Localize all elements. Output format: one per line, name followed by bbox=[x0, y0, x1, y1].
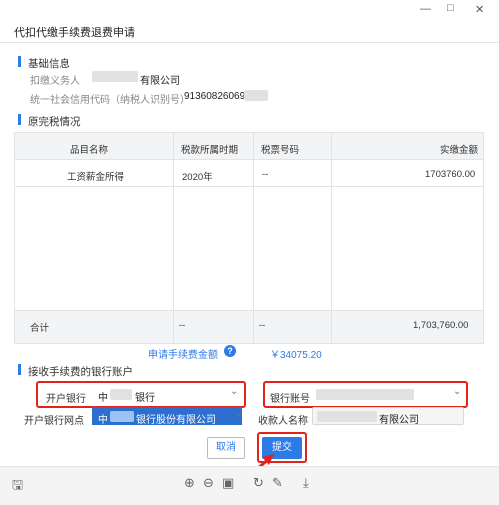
table-cell: 2020年 bbox=[182, 172, 213, 183]
redacted-block bbox=[92, 71, 138, 82]
total-amount: 1,703,760.00 bbox=[413, 320, 469, 331]
fee-label: 申请手续费金额 bbox=[148, 350, 218, 361]
account-label: 银行账号 bbox=[270, 394, 310, 405]
total-cell: -- bbox=[179, 320, 186, 331]
redacted-block bbox=[317, 411, 377, 422]
window-title: 代扣代缴手续费退费申请 bbox=[14, 27, 135, 39]
bank-select[interactable]: 中 银行 ⌄ bbox=[95, 386, 241, 404]
bank-value-suffix: 银行 bbox=[135, 393, 155, 404]
download-icon[interactable]: ⤓ bbox=[303, 475, 309, 491]
payee-label: 收款人名称 bbox=[258, 416, 308, 427]
basic-info-title: 基础信息 bbox=[28, 58, 70, 70]
zoom-in-icon[interactable]: ⊕ bbox=[184, 475, 195, 491]
branch-value-prefix: 中 bbox=[98, 415, 108, 426]
total-label: 合计 bbox=[30, 323, 50, 334]
branch-label: 开户银行网点 bbox=[24, 416, 84, 427]
minimize-icon[interactable]: — bbox=[420, 3, 431, 15]
bank-section-title: 接收手续费的银行账户 bbox=[28, 366, 133, 378]
zoom-out-icon[interactable]: ⊖ bbox=[203, 475, 214, 491]
rotate-icon[interactable]: ↻ bbox=[253, 475, 264, 491]
withholder-value: 有限公司 bbox=[140, 76, 180, 87]
chevron-down-icon: ⌄ bbox=[453, 386, 462, 397]
column-header: 税款所属时期 bbox=[181, 145, 239, 156]
column-header: 实缴金额 bbox=[440, 145, 479, 156]
section-marker bbox=[18, 364, 21, 375]
column-header: 税票号码 bbox=[261, 145, 300, 156]
row-divider bbox=[15, 310, 483, 311]
question-icon[interactable]: ? bbox=[224, 345, 236, 357]
table-cell: 1703760.00 bbox=[425, 169, 476, 180]
save-icon[interactable]: 🖫 bbox=[12, 476, 23, 498]
row-divider bbox=[15, 159, 483, 160]
branch-value-suffix: 银行股份有限公司 bbox=[136, 415, 216, 426]
bank-label: 开户银行 bbox=[46, 394, 86, 405]
column-divider bbox=[253, 133, 254, 343]
redacted-block bbox=[110, 389, 132, 400]
column-header: 品目名称 bbox=[70, 145, 109, 156]
credit-code-value: 91360826069 bbox=[184, 91, 246, 102]
column-divider bbox=[173, 133, 174, 343]
chevron-down-icon: ⌄ bbox=[235, 408, 244, 419]
section-marker bbox=[18, 114, 21, 125]
redacted-block bbox=[316, 389, 414, 400]
table-cell: -- bbox=[262, 169, 269, 180]
withholder-label: 扣缴义务人 bbox=[30, 76, 80, 87]
maximize-icon[interactable]: □ bbox=[447, 2, 454, 14]
fit-page-icon[interactable]: ▣ bbox=[222, 475, 234, 491]
payee-value-suffix: 有限公司 bbox=[379, 415, 419, 426]
tax-table bbox=[14, 132, 484, 344]
tax-section-title: 原完税情况 bbox=[28, 116, 81, 128]
redacted-block bbox=[244, 90, 268, 101]
column-divider bbox=[331, 133, 332, 343]
pen-icon[interactable]: ✎ bbox=[272, 475, 283, 491]
table-cell: 工资薪金所得 bbox=[67, 172, 125, 183]
viewer-toolbar bbox=[0, 466, 499, 505]
total-cell: -- bbox=[259, 320, 266, 331]
chevron-down-icon: ⌄ bbox=[230, 386, 239, 397]
section-marker bbox=[18, 56, 21, 67]
fee-value: ￥34075.20 bbox=[270, 350, 322, 361]
close-icon[interactable]: ✕ bbox=[475, 3, 484, 16]
bank-value-prefix: 中 bbox=[98, 393, 108, 404]
branch-select[interactable]: 中 银行股份有限公司 ⌄ bbox=[92, 407, 246, 426]
title-divider bbox=[0, 42, 499, 43]
credit-code-label: 统一社会信用代码（纳税人识别号） bbox=[30, 95, 190, 106]
row-divider bbox=[15, 186, 483, 187]
account-select[interactable]: ⌄ bbox=[312, 386, 464, 404]
payee-field[interactable]: 有限公司 bbox=[312, 407, 464, 426]
redacted-block bbox=[110, 411, 134, 422]
